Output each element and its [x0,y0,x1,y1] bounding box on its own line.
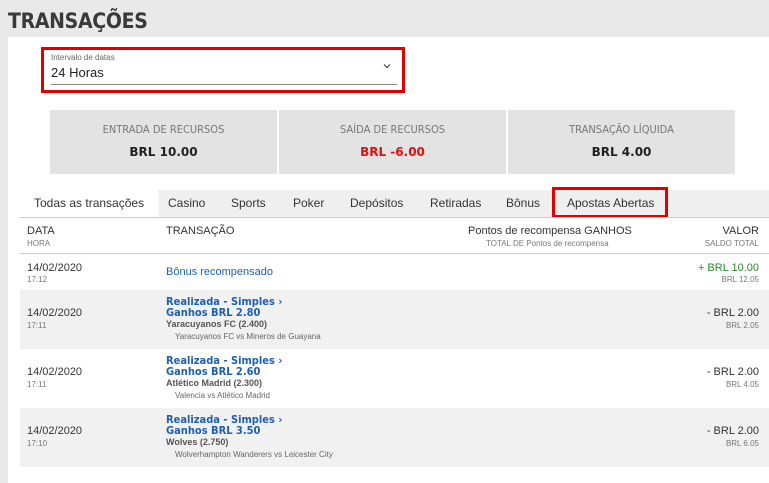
row-amount: + BRL 10.00 [697,262,759,274]
tab-poker[interactable]: Poker [293,190,324,217]
tab-all-transactions[interactable]: Todas as transações [20,190,159,217]
summary-label: TRANSAÇÃO LÍQUIDA [569,123,674,136]
chevron-right-icon: › [278,354,283,367]
row-time: 17:12 [27,275,48,284]
bet-selection: Wolves (2.750) [166,437,229,447]
bet-winnings: Ganhos BRL 3.50 [166,424,261,437]
table-row: 14/02/2020 17:10 Realizada - Simples › G… [20,408,769,467]
row-amount: - BRL 2.00 [706,366,759,378]
row-balance: BRL 4.05 [725,380,759,389]
date-range-highlight: Intervalo de datas 24 Horas [41,47,405,93]
row-date: 14/02/2020 [27,307,83,319]
row-date: 14/02/2020 [27,425,83,437]
bet-event: Yaracuyanos FC vs Mineros de Guayana [175,332,321,341]
page-title: TRANSAÇÕES [8,9,148,33]
header-value: VALOR [722,225,759,237]
row-amount: - BRL 2.00 [706,307,759,319]
tab-deposits[interactable]: Depósitos [350,190,403,217]
tab-casino[interactable]: Casino [168,190,205,217]
chevron-right-icon: › [278,295,283,308]
summary-card-net: TRANSAÇÃO LÍQUIDA BRL 4.00 [508,110,735,174]
tab-open-bets[interactable]: Apostas Abertas [567,190,654,217]
header-date: DATA [27,225,55,237]
bet-event: Valencia vs Atlético Madrid [175,391,271,400]
row-balance: BRL 2.05 [725,321,759,330]
bet-event: Wolverhampton Wanderers vs Leicester Cit… [175,450,333,459]
row-time: 17:11 [27,380,47,389]
summary-value: BRL -6.00 [360,145,425,159]
header-transaction: TRANSAÇÃO [166,225,235,237]
chevron-right-icon: › [278,413,283,426]
bet-winnings: Ganhos BRL 2.60 [166,365,261,378]
summary-value: BRL 10.00 [129,145,198,159]
chevron-down-icon[interactable] [383,62,391,70]
summary-card-inflow: ENTRADA DE RECURSOS BRL 10.00 [50,110,277,174]
date-range-select[interactable]: Intervalo de datas 24 Horas [51,53,397,85]
header-balance: SALDO TOTAL [704,239,759,248]
header-time: HORA [27,239,51,248]
summary-card-outflow: SAÍDA DE RECURSOS BRL -6.00 [279,110,506,174]
row-time: 17:10 [27,439,48,448]
summary-label: SAÍDA DE RECURSOS [339,123,446,136]
row-amount: - BRL 2.00 [706,425,759,437]
row-balance: BRL 6.05 [725,439,759,448]
table-header: DATA HORA TRANSAÇÃO Pontos de recompensa… [20,217,769,254]
row-time: 17:11 [27,321,47,330]
row-date: 14/02/2020 [27,262,83,274]
tab-bonus[interactable]: Bônus [506,190,540,217]
tab-sports[interactable]: Sports [231,190,266,217]
row-balance: BRL 12.05 [721,275,759,284]
date-range-value: 24 Horas [51,65,104,80]
bet-winnings: Ganhos BRL 2.80 [166,306,261,319]
date-range-label: Intervalo de datas [51,53,115,62]
header-points: Pontos de recompensa GANHOS [468,225,632,237]
transaction-tabs: Todas as transações Casino Sports Poker … [20,187,769,218]
bet-selection: Atlético Madrid (2.300) [166,378,263,388]
table-row: 14/02/2020 17:12 Bônus recompensado + BR… [20,254,769,290]
table-row: 14/02/2020 17:11 Realizada - Simples › G… [20,290,769,349]
table-row: 14/02/2020 17:11 Realizada - Simples › G… [20,349,769,408]
tab-withdrawals[interactable]: Retiradas [430,190,481,217]
row-date: 14/02/2020 [27,366,83,378]
bet-selection: Yaracuyanos FC (2.400) [166,319,268,329]
summary-label: ENTRADA DE RECURSOS [102,123,225,136]
transactions-panel: Intervalo de datas 24 Horas ENTRADA DE R… [8,37,769,483]
transaction-link[interactable]: Bônus recompensado [166,266,273,278]
summary-value: BRL 4.00 [591,145,652,159]
header-points-total: TOTAL DE Pontos de recompensa [486,239,609,248]
